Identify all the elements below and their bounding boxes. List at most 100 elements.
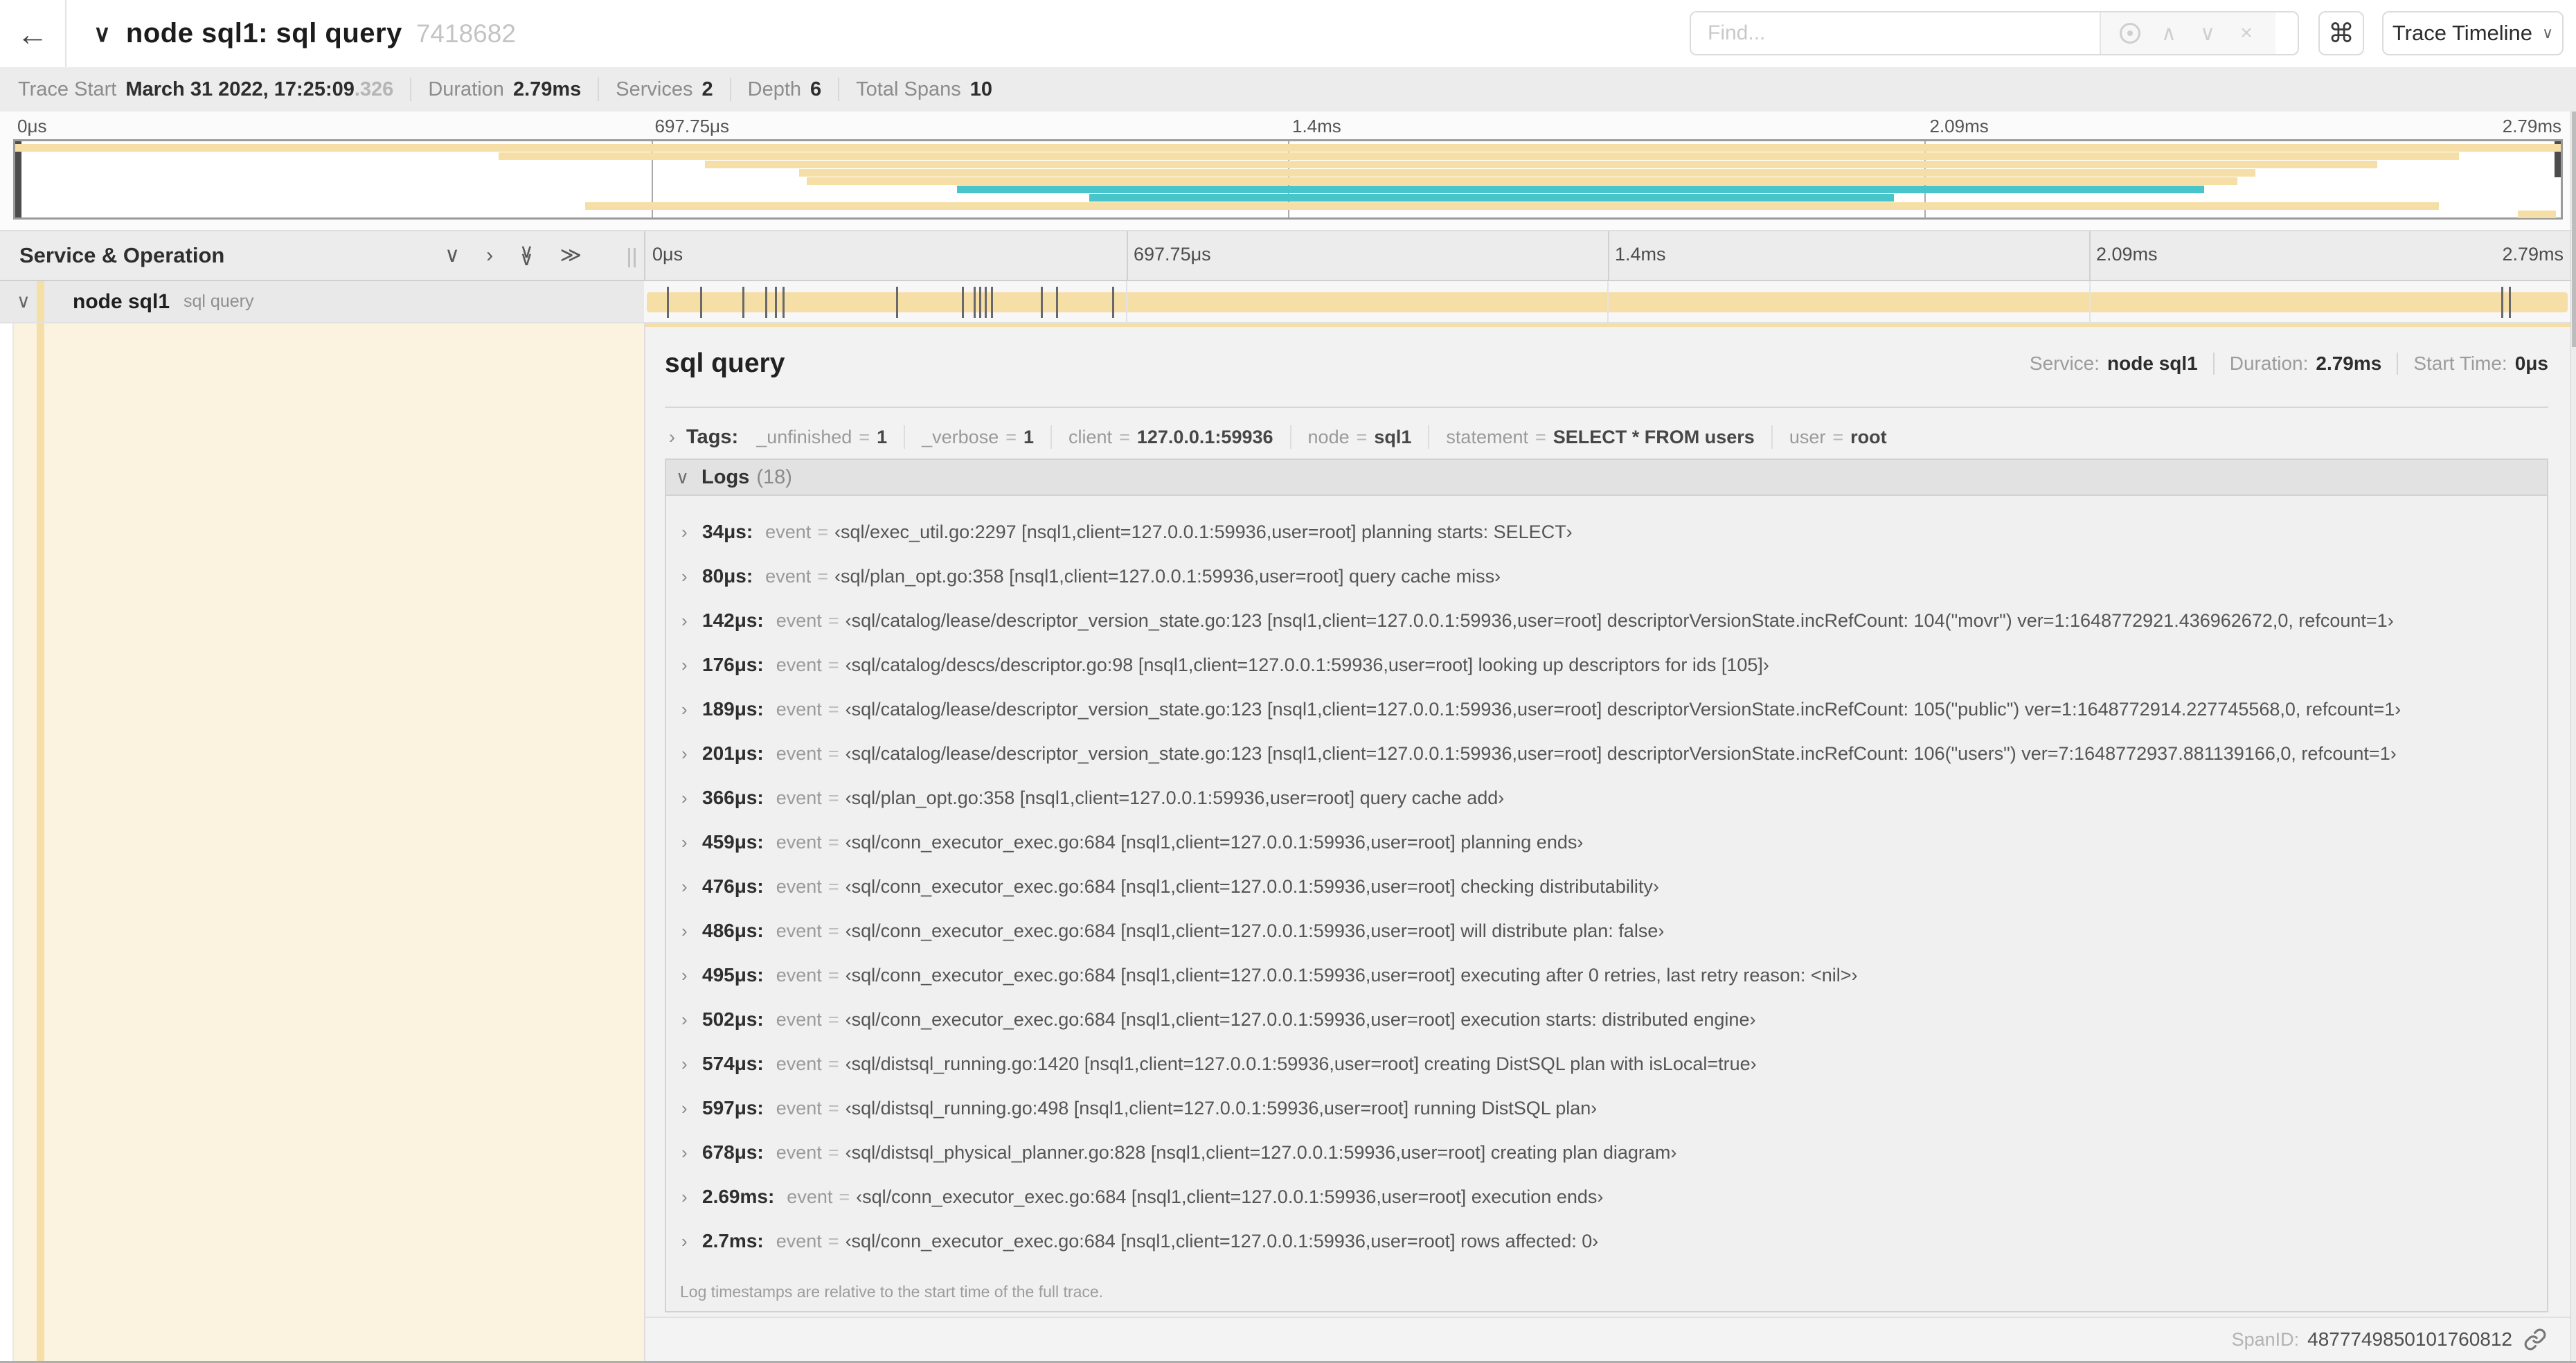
log-field-value: ‹sql/catalog/lease/descriptor_version_st…: [845, 742, 2397, 764]
tag-divider: [1771, 425, 1773, 449]
log-row[interactable]: › 176μs: event = ‹sql/catalog/descs/descript…: [666, 643, 2547, 687]
log-marker-tick[interactable]: [742, 287, 744, 318]
log-marker-tick[interactable]: [985, 287, 987, 318]
next-match-icon[interactable]: ∨: [2188, 21, 2227, 46]
log-chevron-right-icon[interactable]: ›: [681, 1053, 702, 1075]
log-marker-tick[interactable]: [1056, 287, 1059, 318]
log-row[interactable]: › 366μs: event = ‹sql/plan_opt.go:358 [nsql1…: [666, 776, 2547, 820]
expand-all-icon[interactable]: ∨ ∨: [519, 242, 534, 268]
log-chevron-right-icon[interactable]: ›: [681, 566, 702, 587]
log-chevron-right-icon[interactable]: ›: [681, 1186, 702, 1208]
log-field-name: event: [776, 1097, 822, 1119]
log-marker-tick[interactable]: [765, 287, 768, 318]
back-arrow-icon: ←: [17, 15, 48, 52]
log-row[interactable]: › 597μs: event = ‹sql/distsql_running.go:498…: [666, 1086, 2547, 1130]
log-chevron-right-icon[interactable]: ›: [681, 654, 702, 676]
log-equals: =: [828, 964, 839, 986]
span-row-name-cell[interactable]: ∨ node sql1 sql query: [0, 281, 644, 322]
logs-header[interactable]: ∨ Logs (18): [666, 460, 2547, 496]
log-chevron-right-icon[interactable]: ›: [681, 522, 702, 543]
log-chevron-right-icon[interactable]: ›: [681, 699, 702, 720]
log-chevron-right-icon[interactable]: ›: [681, 965, 702, 986]
log-field-value: ‹sql/distsql_running.go:1420 [nsql1,clie…: [845, 1053, 1757, 1074]
view-selector-button[interactable]: Trace Timeline ∨: [2382, 11, 2564, 55]
span-collapse-chevron-icon[interactable]: ∨: [17, 291, 30, 312]
log-row[interactable]: › 201μs: event = ‹sql/catalog/lease/descript…: [666, 731, 2547, 776]
find-group: ∧ ∨ ×: [1690, 11, 2299, 55]
log-row[interactable]: › 142μs: event = ‹sql/catalog/lease/descript…: [666, 598, 2547, 643]
log-marker-tick[interactable]: [973, 287, 976, 318]
log-row[interactable]: ›2.79ms:event=‹sql/conn_executor_exec.go…: [666, 1263, 2547, 1272]
log-field-name: event: [776, 654, 822, 675]
log-timestamp: 495μs:: [702, 964, 764, 986]
log-marker-tick[interactable]: [962, 287, 965, 318]
service-operation-title: Service & Operation: [19, 243, 225, 267]
log-equals: =: [828, 1097, 839, 1119]
collapse-all-icon[interactable]: ≫: [560, 245, 582, 266]
log-row[interactable]: › 495μs: event = ‹sql/conn_executor_exec.go:…: [666, 953, 2547, 997]
log-row[interactable]: › 2.7ms: event = ‹sql/conn_executor_exec.go:…: [666, 1219, 2547, 1263]
log-row[interactable]: › 486μs: event = ‹sql/conn_executor_exec.go:…: [666, 909, 2547, 953]
tags-row[interactable]: › Tags: _unfinished = 1 _verbose = 1 client = 12…: [665, 419, 2548, 455]
minimap-span-bar: [15, 144, 2561, 152]
log-marker-tick[interactable]: [990, 287, 993, 318]
log-row[interactable]: › 80μs: event = ‹sql/plan_opt.go:358 [nsql1,…: [666, 554, 2547, 598]
minimap-span-bar: [2517, 211, 2556, 218]
log-marker-tick[interactable]: [896, 287, 899, 318]
minimap-span-bar: [705, 161, 2378, 168]
focus-match-icon[interactable]: [2111, 23, 2149, 44]
log-row[interactable]: › 574μs: event = ‹sql/distsql_running.go:142…: [666, 1042, 2547, 1086]
prev-match-icon[interactable]: ∧: [2149, 21, 2188, 46]
tag-pair: _verbose = 1: [922, 427, 1034, 448]
log-row[interactable]: › 459μs: event = ‹sql/conn_executor_exec.go:…: [666, 820, 2547, 864]
collapse-one-icon[interactable]: ›: [486, 245, 493, 266]
log-chevron-right-icon[interactable]: ›: [681, 1142, 702, 1164]
log-chevron-right-icon[interactable]: ›: [681, 1098, 702, 1119]
log-timestamp: 201μs:: [702, 742, 764, 764]
timeline-tick-label: 2.09ms: [2096, 244, 2158, 265]
log-field-name: event: [776, 875, 822, 897]
keyboard-shortcuts-button[interactable]: ⌘: [2318, 11, 2364, 55]
log-timestamp: 34μs:: [702, 521, 753, 542]
log-field-value: ‹sql/conn_executor_exec.go:684 [nsql1,cl…: [845, 1230, 1599, 1251]
log-chevron-right-icon[interactable]: ›: [681, 876, 702, 898]
log-marker-tick[interactable]: [782, 287, 785, 318]
minimap-left-scrubber[interactable]: [15, 141, 21, 217]
tag-equals: =: [1005, 426, 1017, 447]
vertical-scrollbar[interactable]: [2570, 112, 2576, 1361]
log-marker-tick[interactable]: [2508, 287, 2511, 318]
log-marker-tick[interactable]: [775, 287, 778, 318]
clear-find-icon[interactable]: ×: [2227, 21, 2266, 45]
log-marker-tick[interactable]: [2501, 287, 2503, 318]
log-row[interactable]: › 2.69ms: event = ‹sql/conn_executor_exec.go…: [666, 1175, 2547, 1219]
expand-one-icon[interactable]: ∨: [445, 245, 460, 266]
log-equals: =: [828, 787, 839, 808]
log-chevron-right-icon[interactable]: ›: [681, 832, 702, 853]
title-chevron-down-icon[interactable]: ∨: [93, 20, 111, 48]
metadata-label: Depth: [747, 78, 802, 100]
span-detail-left-panel: [14, 323, 644, 1361]
log-chevron-right-icon[interactable]: ›: [681, 610, 702, 632]
log-chevron-right-icon[interactable]: ›: [681, 787, 702, 809]
minimap-canvas[interactable]: [13, 139, 2563, 220]
log-row[interactable]: › 476μs: event = ‹sql/conn_executor_exec.go:…: [666, 864, 2547, 909]
log-row[interactable]: › 34μs: event = ‹sql/exec_util.go:2297 [nsql…: [666, 510, 2547, 554]
log-row[interactable]: › 502μs: event = ‹sql/conn_executor_exec.go:…: [666, 997, 2547, 1042]
log-chevron-right-icon[interactable]: ›: [681, 1009, 702, 1031]
log-marker-tick[interactable]: [667, 287, 670, 318]
log-chevron-right-icon[interactable]: ›: [681, 920, 702, 942]
log-marker-tick[interactable]: [1041, 287, 1044, 318]
log-marker-tick[interactable]: [979, 287, 982, 318]
log-marker-tick[interactable]: [1112, 287, 1115, 318]
log-chevron-right-icon[interactable]: ›: [681, 743, 702, 765]
log-row[interactable]: › 189μs: event = ‹sql/catalog/lease/descript…: [666, 687, 2547, 731]
deep-link-icon[interactable]: [2523, 1328, 2547, 1351]
log-row[interactable]: › 678μs: event = ‹sql/distsql_physical_plann…: [666, 1130, 2547, 1175]
column-resizer-handle[interactable]: [628, 248, 636, 267]
log-chevron-right-icon[interactable]: ›: [681, 1231, 702, 1252]
scrollbar-thumb[interactable]: [2572, 112, 2576, 347]
timeline-tick-label: 1.4ms: [1615, 244, 1666, 265]
log-marker-tick[interactable]: [699, 287, 702, 318]
find-input[interactable]: [1691, 12, 2100, 54]
back-button[interactable]: ←: [0, 0, 66, 67]
